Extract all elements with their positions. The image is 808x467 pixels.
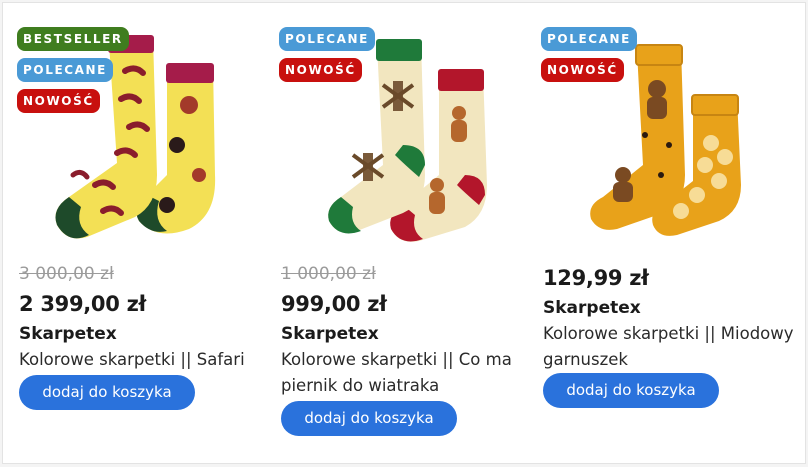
price: 999,00 zł: [281, 292, 387, 316]
badge-nowosc: NOWOŚĆ: [17, 89, 100, 113]
brand-name: Skarpetex: [19, 324, 117, 344]
old-price: 3 000,00 zł: [19, 264, 114, 284]
badge-list: POLECANE NOWOŚĆ: [541, 27, 637, 82]
badge-bestseller: BESTSELLER: [17, 27, 129, 51]
product-name-link[interactable]: Kolorowe skarpetki || Co ma piernik do w…: [281, 347, 543, 399]
product-card[interactable]: POLECANE NOWOŚĆ 1 000,00 zł 999,00 zł Sk…: [279, 3, 541, 463]
badge-polecane: POLECANE: [279, 27, 375, 51]
add-to-cart-button[interactable]: dodaj do koszyka: [19, 375, 195, 410]
product-name-link[interactable]: Kolorowe skarpetki || Miodowy garnuszek: [543, 321, 805, 373]
product-info: 129,99 zł Skarpetex Kolorowe skarpetki |…: [543, 261, 805, 373]
brand-name: Skarpetex: [543, 298, 641, 318]
brand-name: Skarpetex: [281, 324, 379, 344]
add-to-cart-button[interactable]: dodaj do koszyka: [281, 401, 457, 436]
product-info: 1 000,00 zł 999,00 zł Skarpetex Kolorowe…: [281, 261, 543, 399]
price: 2 399,00 zł: [19, 292, 146, 316]
product-info: 3 000,00 zł 2 399,00 zł Skarpetex Koloro…: [19, 261, 281, 373]
product-grid: BESTSELLER POLECANE NOWOŚĆ 3 000,00 zł 2…: [2, 2, 806, 464]
product-name-link[interactable]: Kolorowe skarpetki || Safari: [19, 347, 281, 373]
product-card[interactable]: BESTSELLER POLECANE NOWOŚĆ 3 000,00 zł 2…: [17, 3, 279, 463]
badge-nowosc: NOWOŚĆ: [541, 58, 624, 82]
badge-list: BESTSELLER POLECANE NOWOŚĆ: [17, 27, 129, 113]
badge-nowosc: NOWOŚĆ: [279, 58, 362, 82]
old-price: 1 000,00 zł: [281, 264, 376, 284]
price: 129,99 zł: [543, 266, 649, 290]
product-card[interactable]: POLECANE NOWOŚĆ 129,99 zł Skarpetex Kolo…: [541, 3, 803, 463]
add-to-cart-button[interactable]: dodaj do koszyka: [543, 373, 719, 408]
badge-polecane: POLECANE: [541, 27, 637, 51]
badge-polecane: POLECANE: [17, 58, 113, 82]
badge-list: POLECANE NOWOŚĆ: [279, 27, 375, 82]
